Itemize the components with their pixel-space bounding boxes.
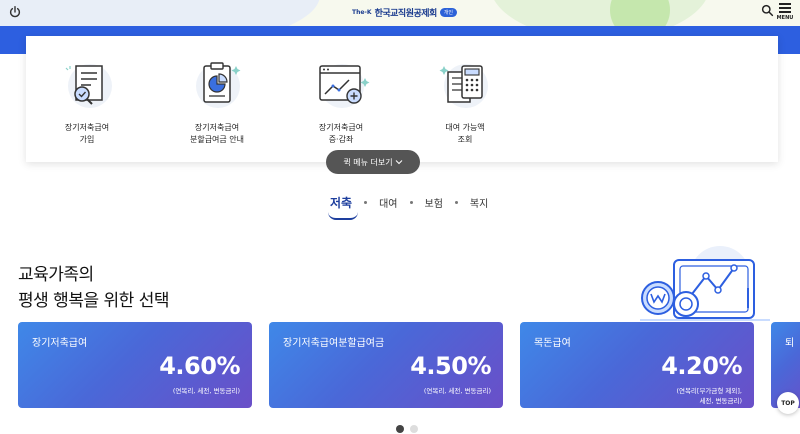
menu-label: MENU [776, 15, 794, 21]
scroll-top-button[interactable]: TOP [777, 392, 799, 414]
rate-card-title: 장기저축급여 [32, 338, 88, 349]
menu-button[interactable]: MENU [776, 3, 794, 25]
quick-menu-item[interactable]: 장기저축급여 증·감좌 [286, 58, 396, 146]
quick-menu-label: 장기저축급여 가입 [64, 123, 110, 144]
pie-chart-clipboard-icon [196, 62, 241, 108]
header-decoration [0, 0, 320, 26]
chevron-down-icon [395, 160, 402, 165]
quick-menu-item[interactable]: 장기저축급여 가입 [32, 58, 142, 146]
rate-card-value: 4.60% [159, 352, 240, 380]
document-search-icon [65, 64, 112, 108]
tab-savings[interactable]: 저축 [328, 194, 358, 220]
pager-dot[interactable] [396, 425, 404, 433]
growth-chart-window-icon [319, 64, 370, 108]
tab-label: 대여 [379, 199, 398, 210]
header-decoration [490, 0, 710, 26]
tab-insurance[interactable]: 보험 [425, 195, 443, 210]
tab-separator [364, 201, 368, 204]
quick-menu-card: 장기저축급여 가입 장기저축급여 분할급여금 안내 장기저축급여 증·감좌 대여… [26, 36, 778, 162]
header-decoration [610, 0, 670, 26]
quick-menu-item[interactable]: 장기저축급여 분할급여금 안내 [162, 58, 272, 146]
quick-menu-label: 대여 가능액 조회 [445, 123, 485, 144]
quick-menu-more-button[interactable]: 퀵 메뉴 더보기 [326, 150, 420, 174]
rate-card-title: 장기저축급여분할급여금 [283, 338, 385, 349]
logo-badge: 개인 [439, 8, 458, 17]
calculator-document-icon [439, 64, 488, 108]
rate-card-note: (연복리[부가금형 제외], 세전, 변동금리) [676, 387, 742, 405]
tab-label: 복지 [469, 199, 489, 210]
more-button-label: 퀵 메뉴 더보기 [343, 157, 393, 167]
tab-label: 보험 [424, 199, 443, 210]
rate-card-title: 퇴 [785, 338, 795, 349]
quick-menu-label: 장기저축급여 증·감좌 [318, 123, 364, 144]
quick-menu-item[interactable]: 대여 가능액 조회 [410, 58, 520, 146]
rate-card-note: (연복리, 세전, 변동금리) [172, 387, 240, 395]
pager-dot[interactable] [410, 425, 418, 433]
quick-menu-label: 장기저축급여 분할급여금 안내 [189, 123, 245, 144]
rate-card-title: 목돈급여 [534, 338, 571, 349]
tab-welfare[interactable]: 복지 [470, 195, 488, 210]
hamburger-icon [779, 3, 791, 13]
carousel-pager [396, 425, 418, 433]
site-logo[interactable]: The-K 한국교직원공제회 개인 [352, 6, 458, 19]
logo-prefix: The-K [352, 9, 372, 16]
tab-separator [409, 201, 413, 204]
tab-separator [454, 201, 458, 204]
power-icon[interactable] [8, 5, 22, 19]
site-header: The-K 한국교직원공제회 개인 MENU [0, 0, 800, 26]
savings-illustration [640, 246, 770, 321]
tab-active-indicator [328, 212, 358, 220]
rate-card[interactable]: 장기저축급여분할급여금 4.50% (연복리, 세전, 변동금리) [269, 322, 503, 408]
product-tabs: 저축 대여 보험 복지 [328, 194, 488, 220]
rate-card-note: (연복리, 세전, 변동금리) [423, 387, 491, 395]
rate-card-value: 4.50% [410, 352, 491, 380]
tab-label: 저축 [330, 196, 353, 210]
rate-card[interactable]: 목돈급여 4.20% (연복리[부가금형 제외], 세전, 변동금리) [520, 322, 754, 408]
rate-card-value: 4.20% [661, 352, 742, 380]
rate-card[interactable]: 장기저축급여 4.60% (연복리, 세전, 변동금리) [18, 322, 252, 408]
logo-name: 한국교직원공제회 [374, 9, 438, 19]
search-icon[interactable] [761, 4, 774, 17]
hero-title: 교육가족의 평생 행복을 위한 선택 [18, 265, 169, 311]
tab-loan[interactable]: 대여 [379, 195, 397, 210]
